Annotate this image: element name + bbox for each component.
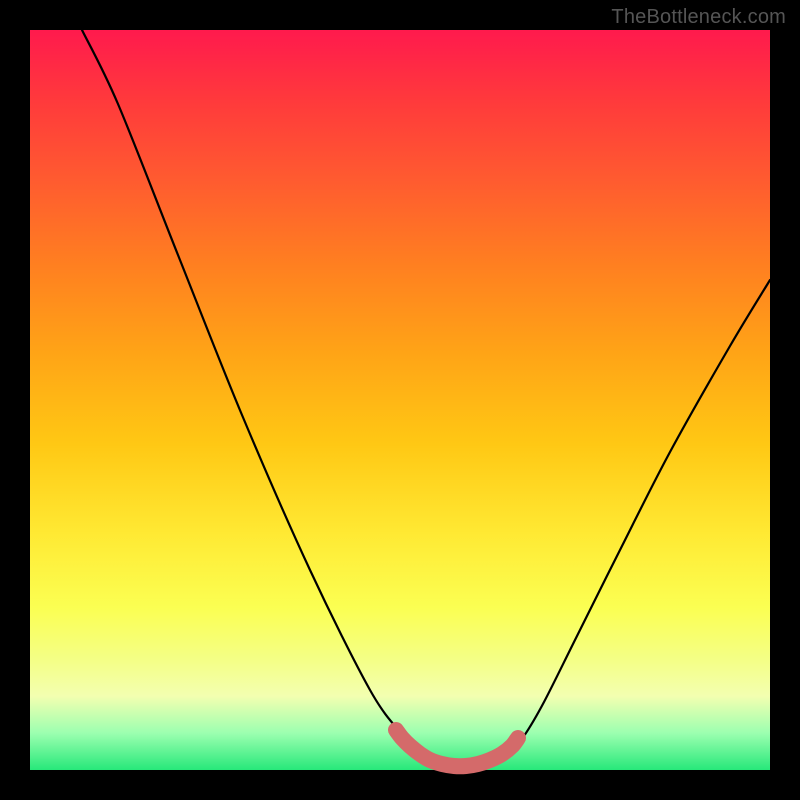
watermark-text: TheBottleneck.com — [611, 6, 786, 29]
chart-frame: TheBottleneck.com — [0, 0, 800, 800]
bottleneck-curve — [82, 30, 770, 766]
plot-area — [30, 30, 770, 770]
curve-layer — [30, 30, 770, 770]
trough-highlight — [396, 730, 518, 766]
